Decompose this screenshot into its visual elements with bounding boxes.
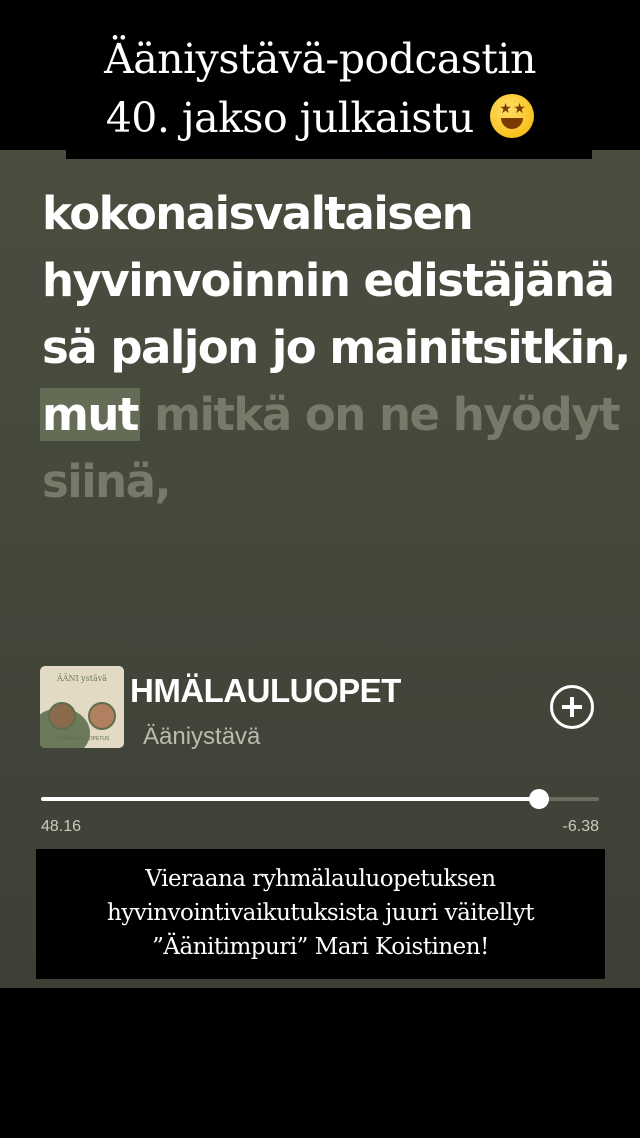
guest-photo <box>88 702 116 730</box>
top-caption-line-1: Ääniystävä-podcastin <box>104 35 536 83</box>
bottom-caption-line-1: Vieraana ryhmälauluopetuksen <box>145 866 496 892</box>
lyric-line-4: mut mitkä on ne hyödyt <box>40 381 622 448</box>
bottom-caption-text: Vieraana ryhmälauluopetuksen hyvinvointi… <box>36 849 605 964</box>
cover-art-subtitle: RYHMÄLAULUOPETUS <box>54 736 110 742</box>
lyric-line-5: siinä, <box>42 455 172 508</box>
track-artist[interactable]: Ääniystävä <box>143 723 260 751</box>
bottom-caption-line-2: hyvinvointivaikutuksista juuri väitellyt <box>107 900 534 926</box>
podcast-cover-art[interactable]: ÄÄNI ystävä RYHMÄLAULUOPETUS <box>40 666 124 748</box>
progress-bar[interactable] <box>41 789 599 809</box>
top-caption-line-2-text: 40. jakso julkaistu <box>105 94 475 142</box>
lyric-active-word: mut <box>40 388 140 441</box>
progress-knob[interactable] <box>529 789 549 809</box>
bottom-caption-line-3: ”Äänitimpuri” Mari Koistinen! <box>152 934 489 960</box>
star-struck-emoji-icon <box>490 94 535 138</box>
cover-art-title: ÄÄNI ystävä <box>56 674 108 683</box>
top-caption: Ääniystävä-podcastin 40. jakso julkaistu <box>0 0 640 159</box>
lyric-line-2: hyvinvoinnin edistäjänä <box>42 254 615 307</box>
lyric-line-1: kokonaisvaltaisen <box>42 187 474 240</box>
time-elapsed: 48.16 <box>41 818 82 835</box>
track-title[interactable]: HMÄLAULUOPET <box>130 672 450 710</box>
lyric-line-4-rest: mitkä on ne hyödyt <box>139 388 620 441</box>
add-circle-icon[interactable] <box>550 685 594 729</box>
time-remaining: -6.38 <box>562 818 599 835</box>
lyric-line-3: sä paljon jo mainitsitkin, <box>42 321 631 374</box>
bottom-caption: Vieraana ryhmälauluopetuksen hyvinvointi… <box>36 849 605 979</box>
top-caption-line-2: 40. jakso julkaistu <box>0 94 640 142</box>
progress-fill <box>41 797 539 801</box>
lyrics[interactable]: kokonaisvaltaisen hyvinvoinnin edistäjän… <box>40 180 631 515</box>
caption-tab <box>66 150 592 159</box>
host-photo <box>48 702 76 730</box>
